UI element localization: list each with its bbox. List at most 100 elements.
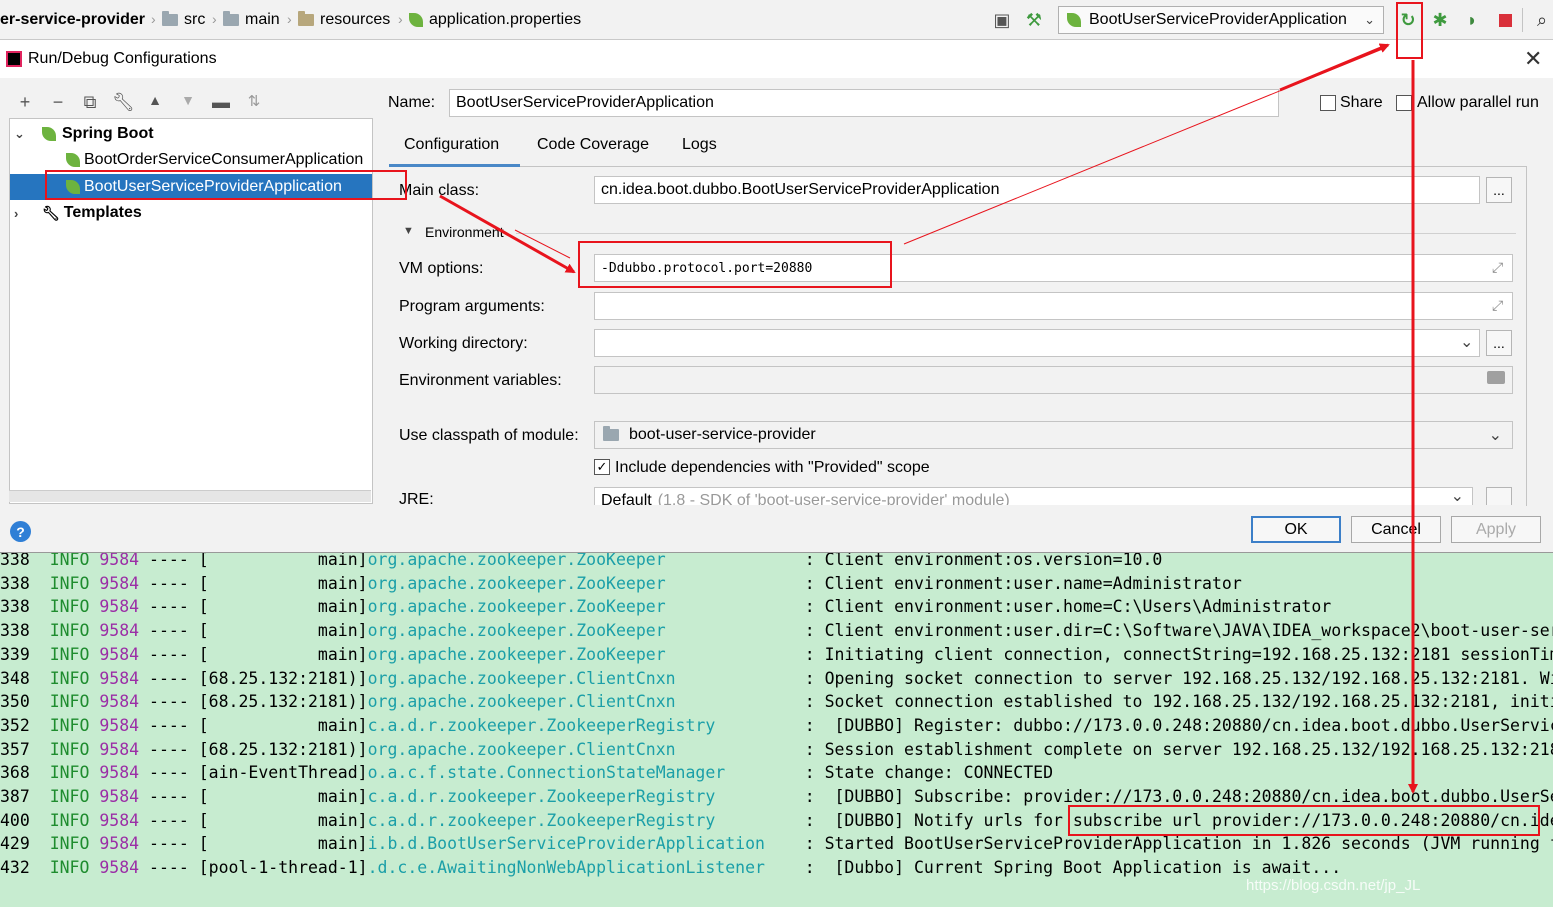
expand-icon[interactable]: ⤢ — [1492, 297, 1503, 314]
build-hammer-icon[interactable]: ⚒ — [1022, 8, 1046, 32]
tab-code-coverage[interactable]: Code Coverage — [537, 136, 649, 154]
section-divider — [516, 233, 1516, 234]
log-level: INFO — [49, 715, 90, 735]
log-logger: c.a.d.r.zookeeper.ZookeeperRegistry — [367, 810, 795, 830]
run-console[interactable]: 338 INFO 9584 ---- [ main]org.apache.zoo… — [0, 553, 1553, 907]
expand-icon[interactable]: ⤢ — [1492, 259, 1503, 276]
breadcrumb-separator: › — [151, 11, 156, 27]
copy-icon[interactable]: ⧉ — [79, 92, 101, 113]
log-line: 357 INFO 9584 ---- [68.25.132:2181)]org.… — [0, 738, 1553, 761]
breadcrumb-file[interactable]: application.properties — [409, 10, 581, 30]
vm-options-label: VM options: — [399, 260, 484, 277]
allow-parallel-checkbox[interactable] — [1396, 95, 1412, 111]
log-message: : [DUBBO] Subscribe: provider://173.0.0.… — [794, 787, 1553, 806]
move-down-icon[interactable]: ▼ — [177, 92, 199, 108]
help-icon[interactable]: ? — [10, 521, 31, 542]
log-message: : Client environment:user.home=C:\Users\… — [794, 597, 1332, 617]
log-level: INFO — [49, 834, 90, 854]
breadcrumb-module[interactable]: er-service-provider — [0, 10, 145, 30]
browse-jre-button[interactable] — [1486, 487, 1512, 505]
include-provided-checkbox[interactable]: ✓ — [594, 459, 610, 475]
sort-icon[interactable]: ⇅ — [243, 92, 265, 110]
breadcrumb-separator: › — [287, 11, 292, 27]
wrench-icon[interactable]: 🔧︎ — [112, 92, 135, 113]
share-checkbox[interactable] — [1320, 95, 1336, 111]
log-pid: 9584 — [99, 573, 140, 593]
log-pid: 9584 — [99, 787, 140, 806]
tree-group-spring-boot[interactable]: ⌄ Spring Boot — [12, 121, 372, 147]
highlight-vm-options — [578, 241, 892, 288]
environment-variables-input[interactable] — [594, 366, 1513, 394]
log-thread: ---- [pool-1-thread-1] — [139, 858, 368, 878]
collapse-triangle-icon[interactable]: ▼ — [403, 225, 414, 237]
working-directory-input[interactable] — [594, 329, 1480, 357]
tree-group-templates[interactable]: › 🔧︎ Templates — [12, 200, 372, 226]
log-thread: ---- [ main] — [139, 553, 368, 569]
cancel-button[interactable]: Cancel — [1351, 516, 1441, 543]
breadcrumb-src[interactable]: src — [162, 10, 205, 30]
search-icon[interactable]: ⌕ — [1530, 8, 1553, 32]
share-label: Share — [1340, 94, 1383, 111]
log-logger: org.apache.zookeeper.ZooKeeper — [367, 621, 795, 641]
toolbar-divider — [1522, 8, 1523, 32]
log-logger: c.a.d.r.zookeeper.ZookeeperRegistry — [367, 787, 795, 806]
program-arguments-label: Program arguments: — [399, 298, 545, 315]
folder-open-icon[interactable] — [1487, 371, 1505, 384]
browse-main-class-button[interactable]: ... — [1486, 177, 1512, 203]
log-pid: 9584 — [99, 810, 140, 830]
remove-icon[interactable]: − — [47, 92, 69, 113]
log-logger: o.a.c.f.state.ConnectionStateManager — [367, 763, 795, 783]
move-up-icon[interactable]: ▲ — [144, 92, 166, 108]
close-icon[interactable]: ✕ — [1524, 46, 1542, 72]
log-line: 352 INFO 9584 ---- [ main]c.a.d.r.zookee… — [0, 714, 1553, 737]
log-pid: 9584 — [99, 668, 140, 688]
log-message: : Opening socket connection to server 19… — [794, 668, 1553, 688]
jre-label: JRE: — [399, 491, 434, 505]
log-message: : Initiating client connection, connectS… — [794, 644, 1553, 664]
log-message: : Client environment:user.name=Administr… — [794, 573, 1242, 593]
log-timestamp: 338 — [0, 597, 30, 617]
log-logger: .d.c.e.AwaitingNonWebApplicationListener — [367, 858, 795, 878]
log-level: INFO — [49, 763, 90, 783]
tree-horizontal-scrollbar[interactable] — [9, 490, 371, 502]
log-level: INFO — [49, 621, 90, 641]
log-logger: i.b.d.BootUserServiceProviderApplication — [367, 834, 795, 854]
log-line: 338 INFO 9584 ---- [ main]org.apache.zoo… — [0, 619, 1553, 642]
tab-configuration[interactable]: Configuration — [404, 136, 499, 154]
ok-button[interactable]: OK — [1251, 516, 1341, 543]
log-thread: ---- [ main] — [139, 597, 368, 617]
log-logger: org.apache.zookeeper.ClientCnxn — [367, 668, 795, 688]
intellij-logo-icon — [6, 51, 22, 67]
add-icon[interactable]: + — [14, 92, 36, 113]
stop-icon[interactable] — [1493, 8, 1517, 32]
name-label: Name: — [388, 94, 436, 111]
run-configuration-selector[interactable]: BootUserServiceProviderApplication ⌄ — [1058, 6, 1384, 34]
log-pid: 9584 — [99, 621, 140, 641]
debug-bug-icon[interactable]: ✱ — [1428, 8, 1452, 32]
jre-select[interactable]: Default (1.8 - SDK of 'boot-user-service… — [594, 487, 1473, 505]
program-arguments-input[interactable] — [594, 292, 1513, 320]
log-line: 350 INFO 9584 ---- [68.25.132:2181)]org.… — [0, 690, 1553, 713]
coverage-shield-icon[interactable]: ◗ — [1460, 8, 1484, 32]
browse-working-directory-button[interactable]: ... — [1486, 330, 1512, 356]
log-thread: ---- [68.25.132:2181)] — [139, 668, 368, 688]
folder-add-icon[interactable]: ▬ — [210, 92, 232, 113]
log-level: INFO — [49, 739, 90, 759]
highlight-selected-config — [45, 170, 407, 200]
log-level: INFO — [49, 810, 90, 830]
breadcrumb-main[interactable]: main — [223, 10, 280, 30]
environment-section-label: Environment — [425, 224, 504, 240]
classpath-module-select[interactable]: boot-user-service-provider ⌄ — [594, 421, 1513, 449]
log-thread: ---- [ main] — [139, 621, 368, 641]
chevron-right-icon: › — [14, 205, 19, 221]
chevron-down-icon[interactable]: ⌄ — [1460, 332, 1473, 352]
tab-logs[interactable]: Logs — [682, 136, 717, 154]
log-timestamp: 350 — [0, 692, 30, 712]
main-class-input[interactable]: cn.idea.boot.dubbo.BootUserServiceProvid… — [594, 176, 1480, 204]
terminal-icon[interactable]: ▣ — [990, 8, 1014, 32]
name-input[interactable]: BootUserServiceProviderApplication — [449, 89, 1279, 117]
breadcrumb-resources[interactable]: resources — [298, 10, 390, 30]
apply-button[interactable]: Apply — [1451, 516, 1541, 543]
log-logger: org.apache.zookeeper.ZooKeeper — [367, 553, 795, 569]
log-level: INFO — [49, 644, 90, 664]
